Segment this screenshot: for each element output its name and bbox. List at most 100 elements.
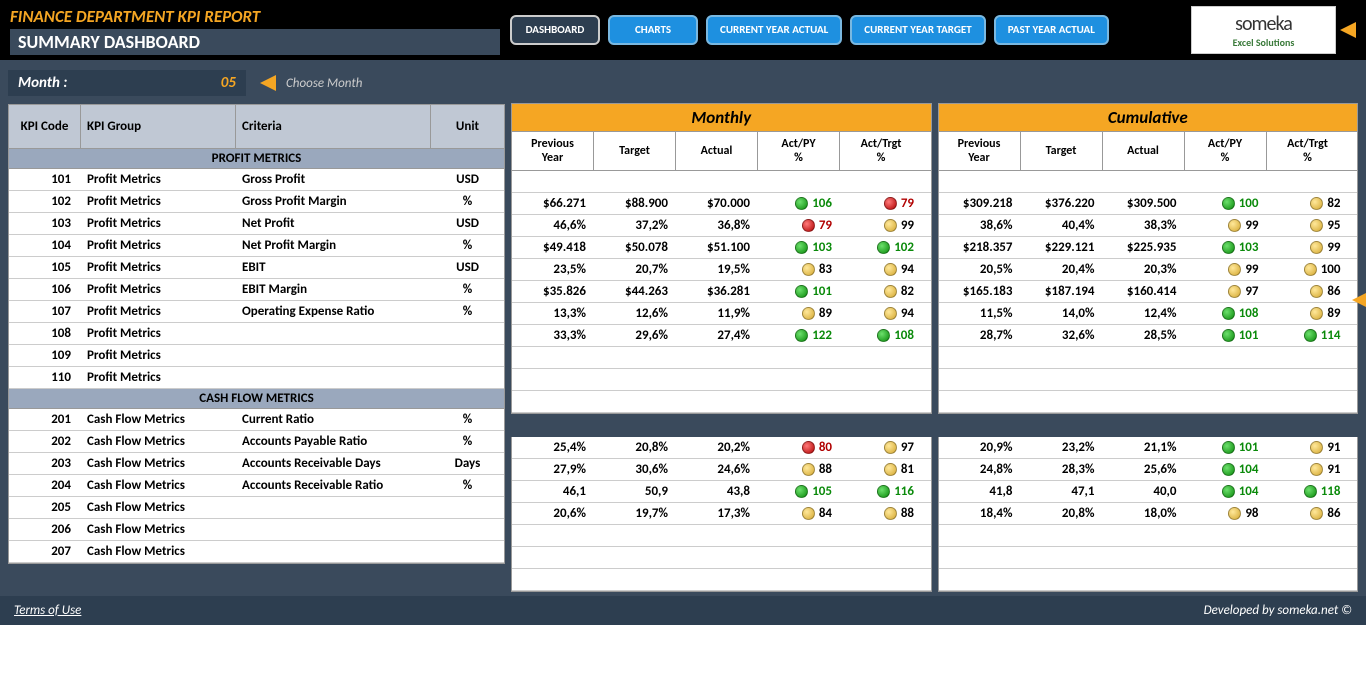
cell-group: Cash Flow Metrics	[81, 477, 236, 494]
cell-code: 202	[9, 433, 81, 450]
metric-row: 38,6%40,4%38,3%9995	[939, 215, 1358, 237]
status-dot-icon	[795, 285, 808, 298]
logo-text: someka	[1235, 12, 1292, 36]
cell-py: 23,5%	[512, 262, 594, 277]
metrics-body: $309.218$376.220$309.5001008238,6%40,4%3…	[938, 171, 1359, 414]
kpi-row[interactable]: 104Profit MetricsNet Profit Margin%	[9, 235, 504, 257]
apy-val: 89	[819, 306, 832, 321]
kpi-row[interactable]: 202Cash Flow MetricsAccounts Payable Rat…	[9, 431, 504, 453]
status-dot-icon	[1228, 263, 1241, 276]
metrics-body: 20,9%23,2%21,1%1019124,8%28,3%25,6%10491…	[938, 437, 1359, 592]
cell-act: 24,6%	[676, 462, 758, 477]
metric-row	[512, 391, 931, 413]
cell-group: Cash Flow Metrics	[81, 433, 236, 450]
cell-apy: 106	[758, 196, 840, 211]
terms-link[interactable]: Terms of Use	[14, 603, 81, 618]
kpi-row[interactable]: 204Cash Flow MetricsAccounts Receivable …	[9, 475, 504, 497]
cell-act: 36,8%	[676, 218, 758, 233]
kpi-row[interactable]: 109Profit Metrics	[9, 345, 504, 367]
cell-atg: 82	[840, 284, 922, 299]
apy-val: 99	[1245, 262, 1258, 277]
cell-py: $165.183	[939, 284, 1021, 299]
kpi-row[interactable]: 101Profit MetricsGross ProfitUSD	[9, 169, 504, 191]
cell-crit: EBIT Margin	[236, 281, 431, 298]
cell-tgt: $44.263	[594, 284, 676, 299]
section-header: PROFIT METRICS	[9, 149, 504, 169]
status-dot-icon	[802, 219, 815, 232]
status-dot-icon	[1310, 241, 1323, 254]
cell-group: Cash Flow Metrics	[81, 411, 236, 428]
cell-apy: 88	[758, 462, 840, 477]
arrow-left-icon	[260, 75, 276, 91]
cell-code: 207	[9, 543, 81, 560]
cell-group: Profit Metrics	[81, 171, 236, 188]
cell-atg: 91	[1267, 462, 1349, 477]
kpi-row[interactable]: 107Profit MetricsOperating Expense Ratio…	[9, 301, 504, 323]
status-dot-icon	[1304, 485, 1317, 498]
kpi-table: KPI Code KPI Group Criteria Unit PROFIT …	[8, 104, 505, 564]
kpi-row[interactable]: 110Profit Metrics	[9, 367, 504, 389]
cell-code: 102	[9, 193, 81, 210]
nav-charts[interactable]: CHARTS	[608, 15, 698, 44]
atg-val: 108	[894, 328, 914, 343]
nav-cy-target[interactable]: CURRENT YEAR TARGET	[850, 15, 985, 44]
month-selector[interactable]: Month : 05	[8, 70, 246, 96]
status-dot-icon	[1310, 441, 1323, 454]
cell-atg: 99	[1267, 240, 1349, 255]
kpi-row[interactable]: 103Profit MetricsNet ProfitUSD	[9, 213, 504, 235]
cell-atg: 79	[840, 196, 922, 211]
kpi-row[interactable]: 206Cash Flow Metrics	[9, 519, 504, 541]
nav-py-actual[interactable]: PAST YEAR ACTUAL	[994, 15, 1109, 44]
kpi-row[interactable]: 106Profit MetricsEBIT Margin%	[9, 279, 504, 301]
kpi-row[interactable]: 205Cash Flow Metrics	[9, 497, 504, 519]
cell-atg: 99	[840, 218, 922, 233]
atg-val: 91	[1327, 440, 1340, 455]
hdr-kpi-code: KPI Code	[9, 105, 81, 148]
kpi-row[interactable]: 201Cash Flow MetricsCurrent Ratio%	[9, 409, 504, 431]
cell-crit: Current Ratio	[236, 411, 431, 428]
atg-val: 88	[901, 506, 914, 521]
cell-atg: 82	[1267, 196, 1349, 211]
metric-row	[512, 547, 931, 569]
month-label: Month :	[18, 74, 67, 92]
cell-py: 20,6%	[512, 506, 594, 521]
nav-cy-actual[interactable]: CURRENT YEAR ACTUAL	[706, 15, 842, 44]
status-dot-icon	[795, 485, 808, 498]
choose-month-hint: Choose Month	[286, 76, 362, 91]
kpi-row[interactable]: 105Profit MetricsEBITUSD	[9, 257, 504, 279]
cell-tgt: $187.194	[1021, 284, 1103, 299]
kpi-row[interactable]: 102Profit MetricsGross Profit Margin%	[9, 191, 504, 213]
cell-py: 18,4%	[939, 506, 1021, 521]
cell-tgt: 47,1	[1021, 484, 1103, 499]
cell-crit	[236, 551, 431, 553]
atg-val: 81	[901, 462, 914, 477]
developed-by: Developed by someka.net ©	[1204, 603, 1352, 618]
apy-val: 103	[812, 240, 832, 255]
cell-unit: %	[431, 281, 504, 298]
cell-act: 19,5%	[676, 262, 758, 277]
cell-act: 18,0%	[1103, 506, 1185, 521]
metric-row: $165.183$187.194$160.4149786	[939, 281, 1358, 303]
nav-dashboard[interactable]: DASHBOARD	[510, 15, 600, 44]
apy-val: 83	[819, 262, 832, 277]
kpi-row[interactable]: 207Cash Flow Metrics	[9, 541, 504, 563]
kpi-row[interactable]: 108Profit Metrics	[9, 323, 504, 345]
cell-code: 204	[9, 477, 81, 494]
cell-crit	[236, 333, 431, 335]
cell-apy: 98	[1185, 506, 1267, 521]
cell-tgt: 30,6%	[594, 462, 676, 477]
cell-tgt: $229.121	[1021, 240, 1103, 255]
metrics-body: 25,4%20,8%20,2%809727,9%30,6%24,6%888146…	[511, 437, 932, 592]
atg-val: 99	[901, 218, 914, 233]
metric-row: 25,4%20,8%20,2%8097	[512, 437, 931, 459]
metric-row: 20,5%20,4%20,3%99100	[939, 259, 1358, 281]
kpi-row[interactable]: 203Cash Flow MetricsAccounts Receivable …	[9, 453, 504, 475]
cell-apy: 84	[758, 506, 840, 521]
logo[interactable]: someka Excel Solutions	[1191, 6, 1336, 54]
cell-act: 12,4%	[1103, 306, 1185, 321]
status-dot-icon	[802, 507, 815, 520]
left-panel: Month : 05 Choose Month KPI Code KPI Gro…	[8, 70, 505, 592]
cell-code: 203	[9, 455, 81, 472]
cell-apy: 83	[758, 262, 840, 277]
cell-code: 101	[9, 171, 81, 188]
